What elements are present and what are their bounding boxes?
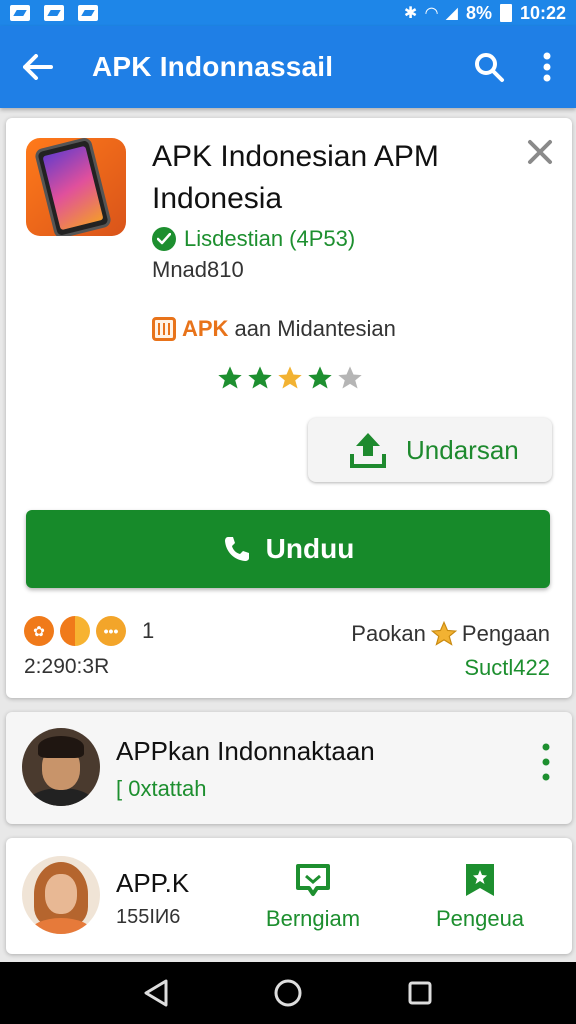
app-bar-actions — [460, 26, 576, 108]
system-nav-bar — [0, 962, 576, 1024]
nav-back-button[interactable] — [139, 976, 173, 1010]
award-badge-icon: ✿ — [24, 616, 54, 646]
clock: 10:22 — [519, 2, 566, 23]
phone-illustration — [33, 138, 113, 236]
app-name: APK Indonesian APM Indonesia — [152, 136, 522, 220]
status-indicators: ✱ ◠ ◢ 8% 10:22 — [404, 3, 566, 24]
user-card: APP.K 155IИ6 Berngiam Pengeua — [6, 838, 572, 954]
more-vert-icon — [543, 52, 551, 82]
upload-icon — [350, 433, 386, 468]
notification-image-icon — [44, 5, 64, 21]
avatar — [22, 728, 100, 806]
nav-recent-button[interactable] — [403, 976, 437, 1010]
rating-label-left: Paokan — [351, 621, 426, 646]
star-icon — [308, 366, 332, 389]
star-icon — [430, 620, 458, 646]
close-button[interactable] — [526, 138, 554, 166]
page-title: APK Indonnassail — [92, 51, 334, 82]
search-button[interactable] — [460, 26, 518, 108]
rating-count: Suctl422 — [464, 655, 550, 680]
verified-text: Lisdestian (4P53) — [184, 226, 356, 251]
arrow-left-icon — [23, 54, 53, 80]
avatar — [22, 856, 100, 934]
status-bar: ✱ ◠ ◢ 8% 10:22 — [0, 0, 576, 26]
app-bar: APK Indonnassail — [0, 26, 576, 108]
rating-label-right: Pengaan — [461, 621, 550, 646]
verified-row: Lisdestian (4P53) — [152, 226, 355, 252]
star-icon — [338, 366, 362, 389]
badge-count: 1 — [142, 618, 155, 643]
phone-icon — [224, 537, 249, 561]
rating-label: Paokan Pengaan — [351, 620, 550, 648]
back-button[interactable] — [0, 26, 76, 108]
app-name-line2: Indonesia — [152, 182, 283, 215]
message-action-button[interactable]: Berngiam — [258, 862, 368, 932]
nav-home-button[interactable] — [271, 976, 305, 1010]
install-label: Unduu — [265, 533, 355, 564]
star-rating — [216, 364, 364, 392]
bluetooth-icon: ✱ — [403, 5, 418, 22]
signal-icon: ◢ — [445, 5, 458, 22]
share-label: Undarsan — [406, 434, 519, 465]
app-details-card: APK Indonesian APM Indonesia Lisdestian … — [6, 118, 572, 698]
apk-label: APK — [182, 316, 229, 341]
action2-label: Pengeua — [435, 906, 525, 931]
battery-percent: 8% — [465, 2, 492, 23]
circle-home-icon — [274, 979, 302, 1007]
app-icon — [26, 138, 126, 236]
triangle-back-icon — [144, 979, 168, 1007]
publisher-name: APPkan Indonnaktaan — [116, 736, 375, 766]
apk-row: APK aan Midantesian — [152, 316, 396, 342]
more-vert-icon — [542, 743, 550, 781]
badges-row: ✿ ••• 1 — [24, 616, 154, 646]
star-icon — [278, 366, 302, 389]
notification-image-icon — [78, 5, 98, 21]
publisher-card[interactable]: APPkan Indonnaktaan [ 0xtattah — [6, 712, 572, 824]
star-icon — [218, 366, 242, 389]
app-name-line1: APK Indonesian APM — [152, 140, 439, 173]
star-icon — [248, 366, 272, 389]
install-button[interactable]: Unduu — [26, 510, 550, 588]
chat-bubble-icon — [296, 864, 330, 896]
bookmark-star-icon — [466, 864, 494, 896]
action1-label: Berngiam — [265, 906, 361, 931]
search-icon — [475, 53, 504, 82]
bookmark-action-button[interactable]: Pengeua — [430, 862, 530, 932]
publisher-subtitle: [ 0xtattah — [116, 776, 207, 801]
user-name: APP.K — [116, 868, 190, 898]
ellipsis-badge-icon: ••• — [96, 616, 126, 646]
battery-icon — [499, 4, 512, 22]
apk-description: aan Midantesian — [234, 316, 396, 341]
wifi-icon: ◠ — [425, 5, 438, 22]
close-icon — [528, 140, 552, 164]
user-subtitle: 155IИ6 — [116, 906, 181, 928]
moon-badge-icon — [60, 616, 90, 646]
more-options-button[interactable] — [518, 26, 576, 108]
apk-package-icon — [152, 317, 176, 341]
square-recent-icon — [408, 981, 432, 1005]
developer-name: Mnad810 — [152, 257, 244, 282]
share-button[interactable]: Undarsan — [308, 418, 552, 482]
check-circle-icon — [152, 227, 176, 251]
notification-icons — [10, 5, 98, 21]
notification-image-icon — [10, 5, 30, 21]
publisher-more-button[interactable] — [542, 742, 550, 782]
app-size: 2:290:3R — [24, 655, 110, 678]
